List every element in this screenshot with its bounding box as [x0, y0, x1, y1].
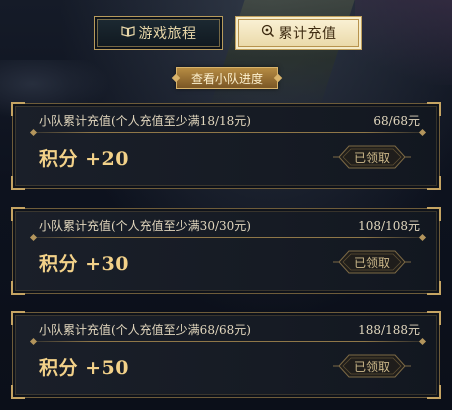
- card-amount: 108/108元: [358, 219, 420, 233]
- card-points: 积分 +20: [39, 148, 129, 170]
- card-title: 小队累计充值(个人充值至少满68/68元): [39, 323, 251, 337]
- card-corner: [11, 207, 25, 221]
- tab-game-journey-label: 游戏旅程: [138, 26, 197, 42]
- card-corner: [427, 385, 441, 399]
- card-points: 积分 +50: [39, 357, 129, 379]
- card-corner: [427, 207, 441, 221]
- card-corner: [427, 176, 441, 190]
- claimed-label: 已领取: [353, 359, 390, 374]
- card-corner: [11, 311, 25, 325]
- card-amount: 68/68元: [373, 114, 420, 128]
- card-amount: 188/188元: [358, 323, 420, 337]
- card-corner: [427, 102, 441, 116]
- card-corner: [427, 311, 441, 325]
- tab-cumulative-recharge[interactable]: 累计充值: [235, 16, 362, 50]
- claimed-label: 已领取: [353, 150, 390, 165]
- card-title: 小队累计充值(个人充值至少满30/30元): [39, 219, 251, 233]
- reward-card: 小队累计充值(个人充值至少满30/30元) 108/108元 积分 +30 已领…: [11, 207, 441, 295]
- card-divider: [33, 237, 423, 238]
- claimed-button[interactable]: 已领取: [331, 247, 413, 277]
- claimed-button[interactable]: 已领取: [331, 142, 413, 172]
- card-points: 积分 +30: [39, 253, 129, 275]
- search-coin-icon: [261, 24, 275, 42]
- book-icon: [120, 24, 135, 42]
- card-corner: [11, 176, 25, 190]
- card-divider: [33, 132, 423, 133]
- card-corner: [11, 281, 25, 295]
- tab-game-journey[interactable]: 游戏旅程: [94, 16, 223, 50]
- claimed-button[interactable]: 已领取: [331, 351, 413, 381]
- background-figure-right: [355, 0, 452, 85]
- card-corner: [427, 281, 441, 295]
- reward-card: 小队累计充值(个人充值至少满18/18元) 68/68元 积分 +20 已领取: [11, 102, 441, 190]
- tab-cumulative-recharge-label: 累计充值: [278, 26, 337, 42]
- card-corner: [11, 385, 25, 399]
- card-divider: [33, 341, 423, 342]
- card-title: 小队累计充值(个人充值至少满18/18元): [39, 114, 251, 128]
- claimed-label: 已领取: [353, 255, 390, 270]
- reward-card: 小队累计充值(个人充值至少满68/68元) 188/188元 积分 +50 已领…: [11, 311, 441, 399]
- view-team-progress-button[interactable]: 查看小队进度: [176, 67, 278, 89]
- card-corner: [11, 102, 25, 116]
